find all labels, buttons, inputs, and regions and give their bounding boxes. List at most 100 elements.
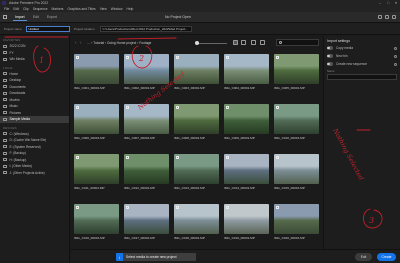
menu-view[interactable]: View <box>100 7 107 11</box>
menu-clip[interactable]: Clip <box>23 7 29 11</box>
thumbnail-size-slider[interactable] <box>195 41 227 46</box>
media-thumbnail[interactable]: IMG_C011_00001.MP <box>74 154 119 194</box>
media-thumbnail[interactable]: IMG_C014_00001.MP <box>224 154 269 194</box>
info-icon[interactable] <box>394 46 397 50</box>
home-icon[interactable] <box>3 15 7 19</box>
select-checkbox[interactable] <box>225 55 229 59</box>
tab-import[interactable]: Import <box>13 14 27 21</box>
media-thumbnail[interactable]: IMG_C010_00001.MP <box>274 104 319 144</box>
thumbnail-image[interactable] <box>274 204 319 234</box>
forward-button[interactable]: › <box>80 40 82 45</box>
media-thumbnail[interactable]: IMG_C001_00001.MP <box>74 54 119 94</box>
media-thumbnail[interactable]: IMG_C003_00001.MP <box>174 54 219 94</box>
sidebar-item-favorite[interactable]: Win Media <box>0 56 69 63</box>
thumbnail-image[interactable] <box>174 104 219 134</box>
media-thumbnail[interactable]: IMG_C004_00001.MP <box>224 54 269 94</box>
select-checkbox[interactable] <box>75 205 79 209</box>
thumbnail-image[interactable] <box>74 54 119 84</box>
sidebar-item-sample-media[interactable]: Sample Media <box>0 116 69 123</box>
copy-media-option[interactable]: Copy media <box>324 44 400 52</box>
media-thumbnail[interactable]: IMG_C009_00001.MP <box>224 104 269 144</box>
project-location-select[interactable]: C:\Users\Productions\Med 2022 Production… <box>100 26 192 32</box>
menu-window[interactable]: Window <box>111 7 123 11</box>
media-thumbnail[interactable]: IMG_C002_00001.MP <box>124 54 169 94</box>
grid-view-icon[interactable] <box>233 40 238 45</box>
select-checkbox[interactable] <box>275 155 279 159</box>
maximize-icon[interactable]: □ <box>386 1 390 5</box>
quick-export-icon[interactable] <box>378 15 382 19</box>
select-checkbox[interactable] <box>225 105 229 109</box>
exit-button[interactable]: Exit <box>355 253 372 261</box>
tab-edit[interactable]: Edit <box>31 14 41 21</box>
select-checkbox[interactable] <box>75 155 79 159</box>
new-bin-option[interactable]: New bin <box>324 52 400 60</box>
minimize-icon[interactable]: – <box>378 1 382 5</box>
thumbnail-image[interactable] <box>224 154 269 184</box>
select-checkbox[interactable] <box>125 205 129 209</box>
slider-knob[interactable] <box>195 41 199 46</box>
select-checkbox[interactable] <box>175 155 179 159</box>
media-thumbnail[interactable]: IMG_C015_00001.MP <box>274 154 319 194</box>
thumbnail-image[interactable] <box>74 154 119 184</box>
media-thumbnail[interactable]: IMG_C007_00001.MP <box>124 104 169 144</box>
thumbnail-image[interactable] <box>224 54 269 84</box>
menu-graphics[interactable]: Graphics and Titles <box>67 7 95 11</box>
thumbnail-image[interactable] <box>74 104 119 134</box>
info-icon[interactable] <box>394 62 397 66</box>
select-checkbox[interactable] <box>275 55 279 59</box>
thumbnail-image[interactable] <box>124 204 169 234</box>
media-thumbnail[interactable]: IMG_C008_00001.MP <box>174 104 219 144</box>
media-thumbnail[interactable]: IMG_C017_00001.MP <box>124 204 169 244</box>
media-thumbnail[interactable]: IMG_C018_00001.MP <box>174 204 219 244</box>
create-sequence-toggle[interactable] <box>327 62 333 66</box>
fullscreen-icon[interactable] <box>392 15 396 19</box>
close-icon[interactable]: ✕ <box>394 1 398 5</box>
copy-media-toggle[interactable] <box>327 46 333 50</box>
media-thumbnail[interactable]: IMG_C020_00001.MP <box>274 204 319 244</box>
info-icon[interactable] <box>394 54 397 58</box>
tab-export[interactable]: Export <box>45 14 59 21</box>
create-button[interactable]: Create <box>377 253 396 261</box>
select-checkbox[interactable] <box>275 105 279 109</box>
thumbnail-image[interactable] <box>224 104 269 134</box>
select-checkbox[interactable] <box>175 105 179 109</box>
menu-edit[interactable]: Edit <box>13 7 19 11</box>
select-checkbox[interactable] <box>75 105 79 109</box>
sequence-name-input[interactable] <box>327 74 397 80</box>
select-checkbox[interactable] <box>175 205 179 209</box>
media-thumbnail[interactable]: IMG_C006_00001.MP <box>74 104 119 144</box>
thumbnail-image[interactable] <box>124 104 169 134</box>
create-sequence-option[interactable]: Create new sequence <box>324 60 400 68</box>
breadcrumb[interactable]: … › Tutorial › Going Home project › Foot… <box>87 41 151 45</box>
thumbnail-image[interactable] <box>224 204 269 234</box>
project-name-input[interactable]: Untitled <box>26 26 70 32</box>
thumbnail-image[interactable] <box>74 204 119 234</box>
sort-icon[interactable] <box>251 40 256 45</box>
menu-markers[interactable]: Markers <box>52 7 64 11</box>
list-view-icon[interactable] <box>241 40 246 45</box>
search-input[interactable] <box>276 39 319 46</box>
select-checkbox[interactable] <box>175 55 179 59</box>
media-thumbnail[interactable]: IMG_C019_00001.MP <box>224 204 269 244</box>
new-bin-toggle[interactable] <box>327 54 333 58</box>
thumbnail-image[interactable] <box>274 54 319 84</box>
thumbnail-image[interactable] <box>174 204 219 234</box>
select-checkbox[interactable] <box>125 155 129 159</box>
menu-sequence[interactable]: Sequence <box>33 7 48 11</box>
select-checkbox[interactable] <box>225 205 229 209</box>
menu-file[interactable]: File <box>4 7 9 11</box>
thumbnail-image[interactable] <box>124 54 169 84</box>
thumbnail-image[interactable] <box>174 154 219 184</box>
back-button[interactable]: ‹ <box>75 40 77 45</box>
select-checkbox[interactable] <box>275 205 279 209</box>
thumbnail-image[interactable] <box>274 104 319 134</box>
select-checkbox[interactable] <box>75 55 79 59</box>
media-thumbnail[interactable]: IMG_C005_00001.MP <box>274 54 319 94</box>
select-checkbox[interactable] <box>225 155 229 159</box>
select-checkbox[interactable] <box>125 55 129 59</box>
select-checkbox[interactable] <box>125 105 129 109</box>
thumbnail-image[interactable] <box>174 54 219 84</box>
media-thumbnail[interactable]: IMG_C013_00001.MP <box>174 154 219 194</box>
media-thumbnail[interactable]: IMG_C016_00001.MP <box>74 204 119 244</box>
sidebar-item-drive[interactable]: J: (Other Projects Active) <box>0 170 69 177</box>
